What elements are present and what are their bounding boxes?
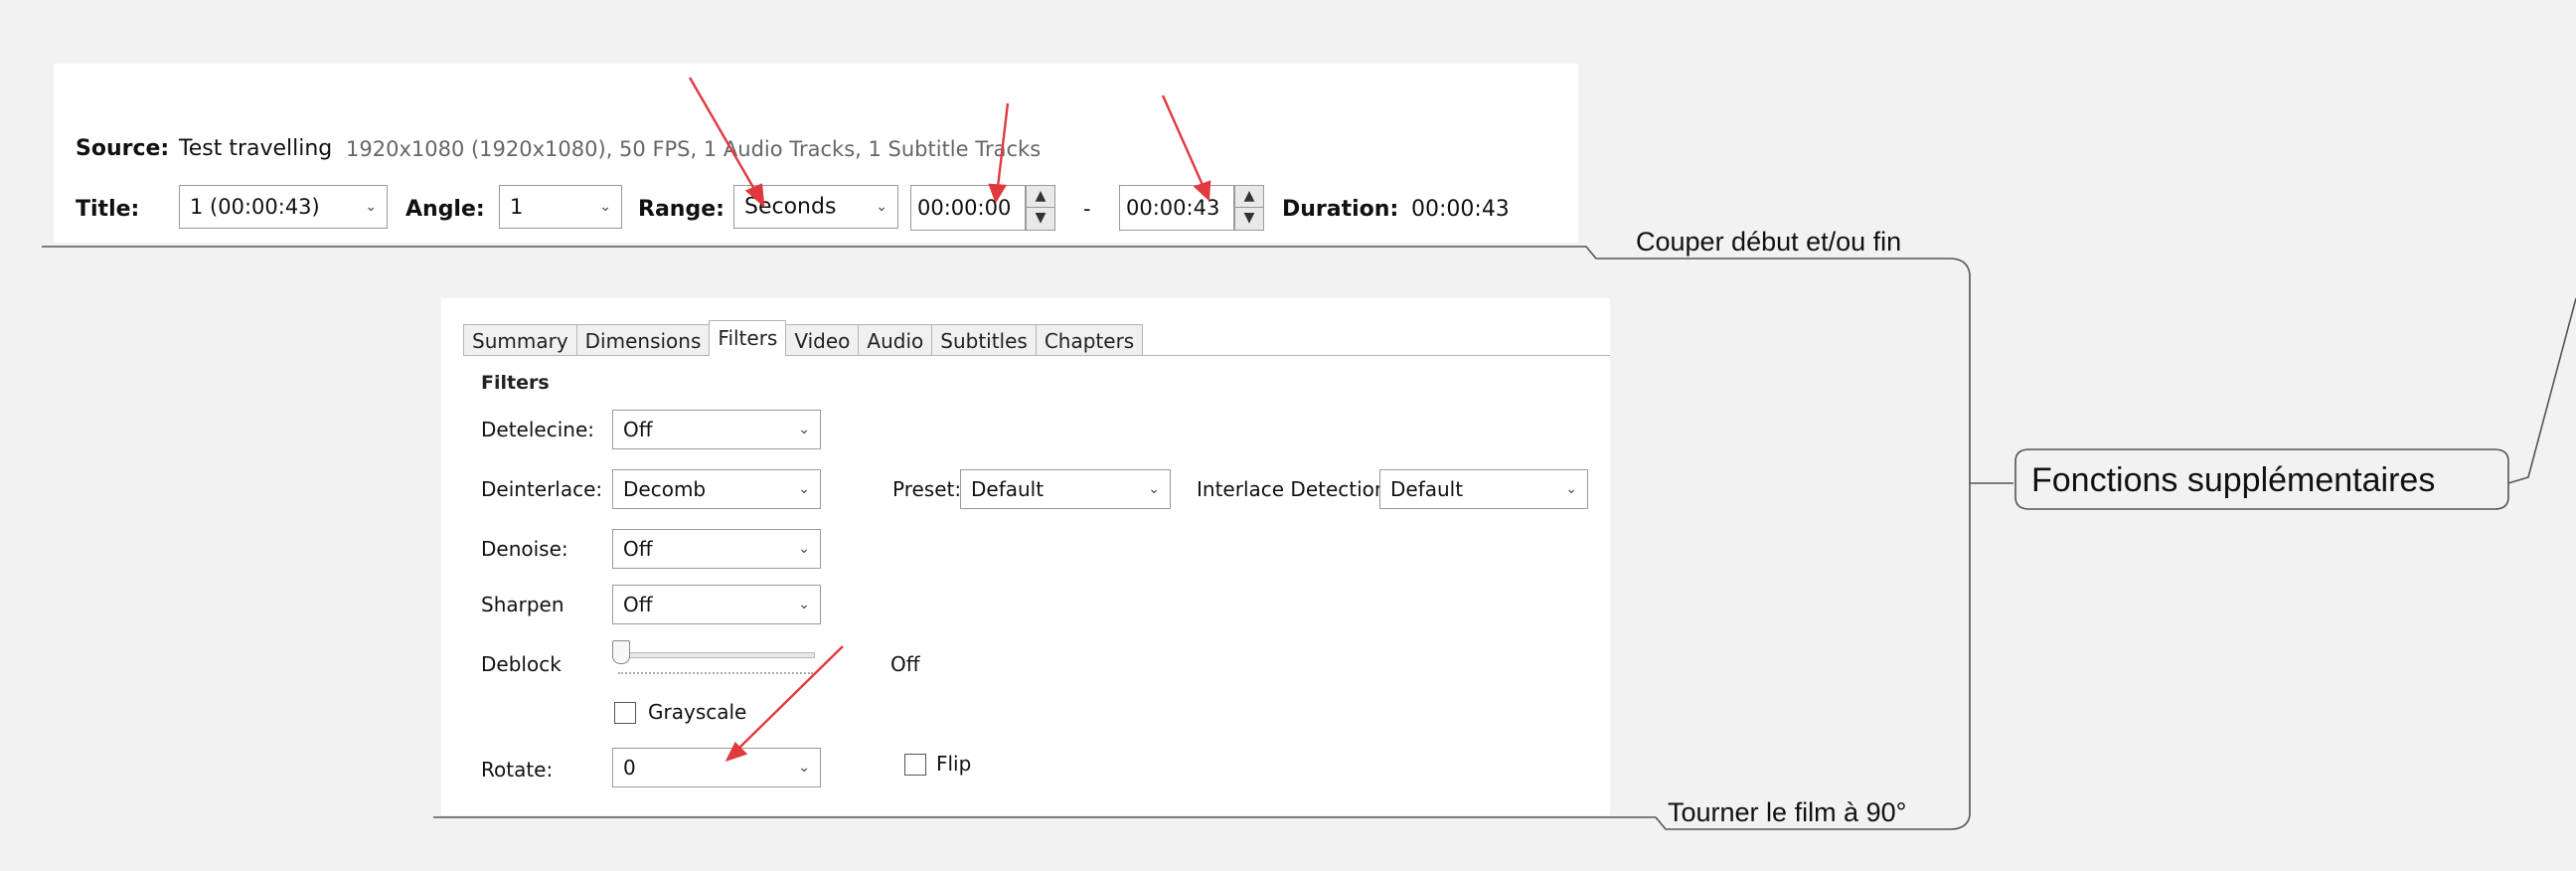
arrow-rotate-line [738, 645, 844, 749]
red-arrows [688, 77, 1211, 763]
arrow-end-time-line [1161, 94, 1205, 186]
arrow-end-time-head [1193, 180, 1211, 202]
tab-filters[interactable]: Filters [709, 320, 787, 356]
parent-link-line [2507, 297, 2576, 484]
arrow-range-head [744, 183, 765, 208]
branch-trim-connector [42, 246, 1971, 830]
annotation-overlay [42, 77, 2576, 830]
mindmap-connectors [42, 246, 2576, 830]
arrow-start-time-line [996, 102, 1010, 188]
branch-rotate-label: Tourner le film à 90° [1668, 797, 1907, 827]
central-node-label: Fonctions supplémentaires [2031, 461, 2436, 499]
arrow-range-line [688, 77, 757, 192]
branch-trim-label: Couper début et/ou fin [1636, 227, 1902, 257]
arrow-start-time-head [988, 183, 1008, 204]
